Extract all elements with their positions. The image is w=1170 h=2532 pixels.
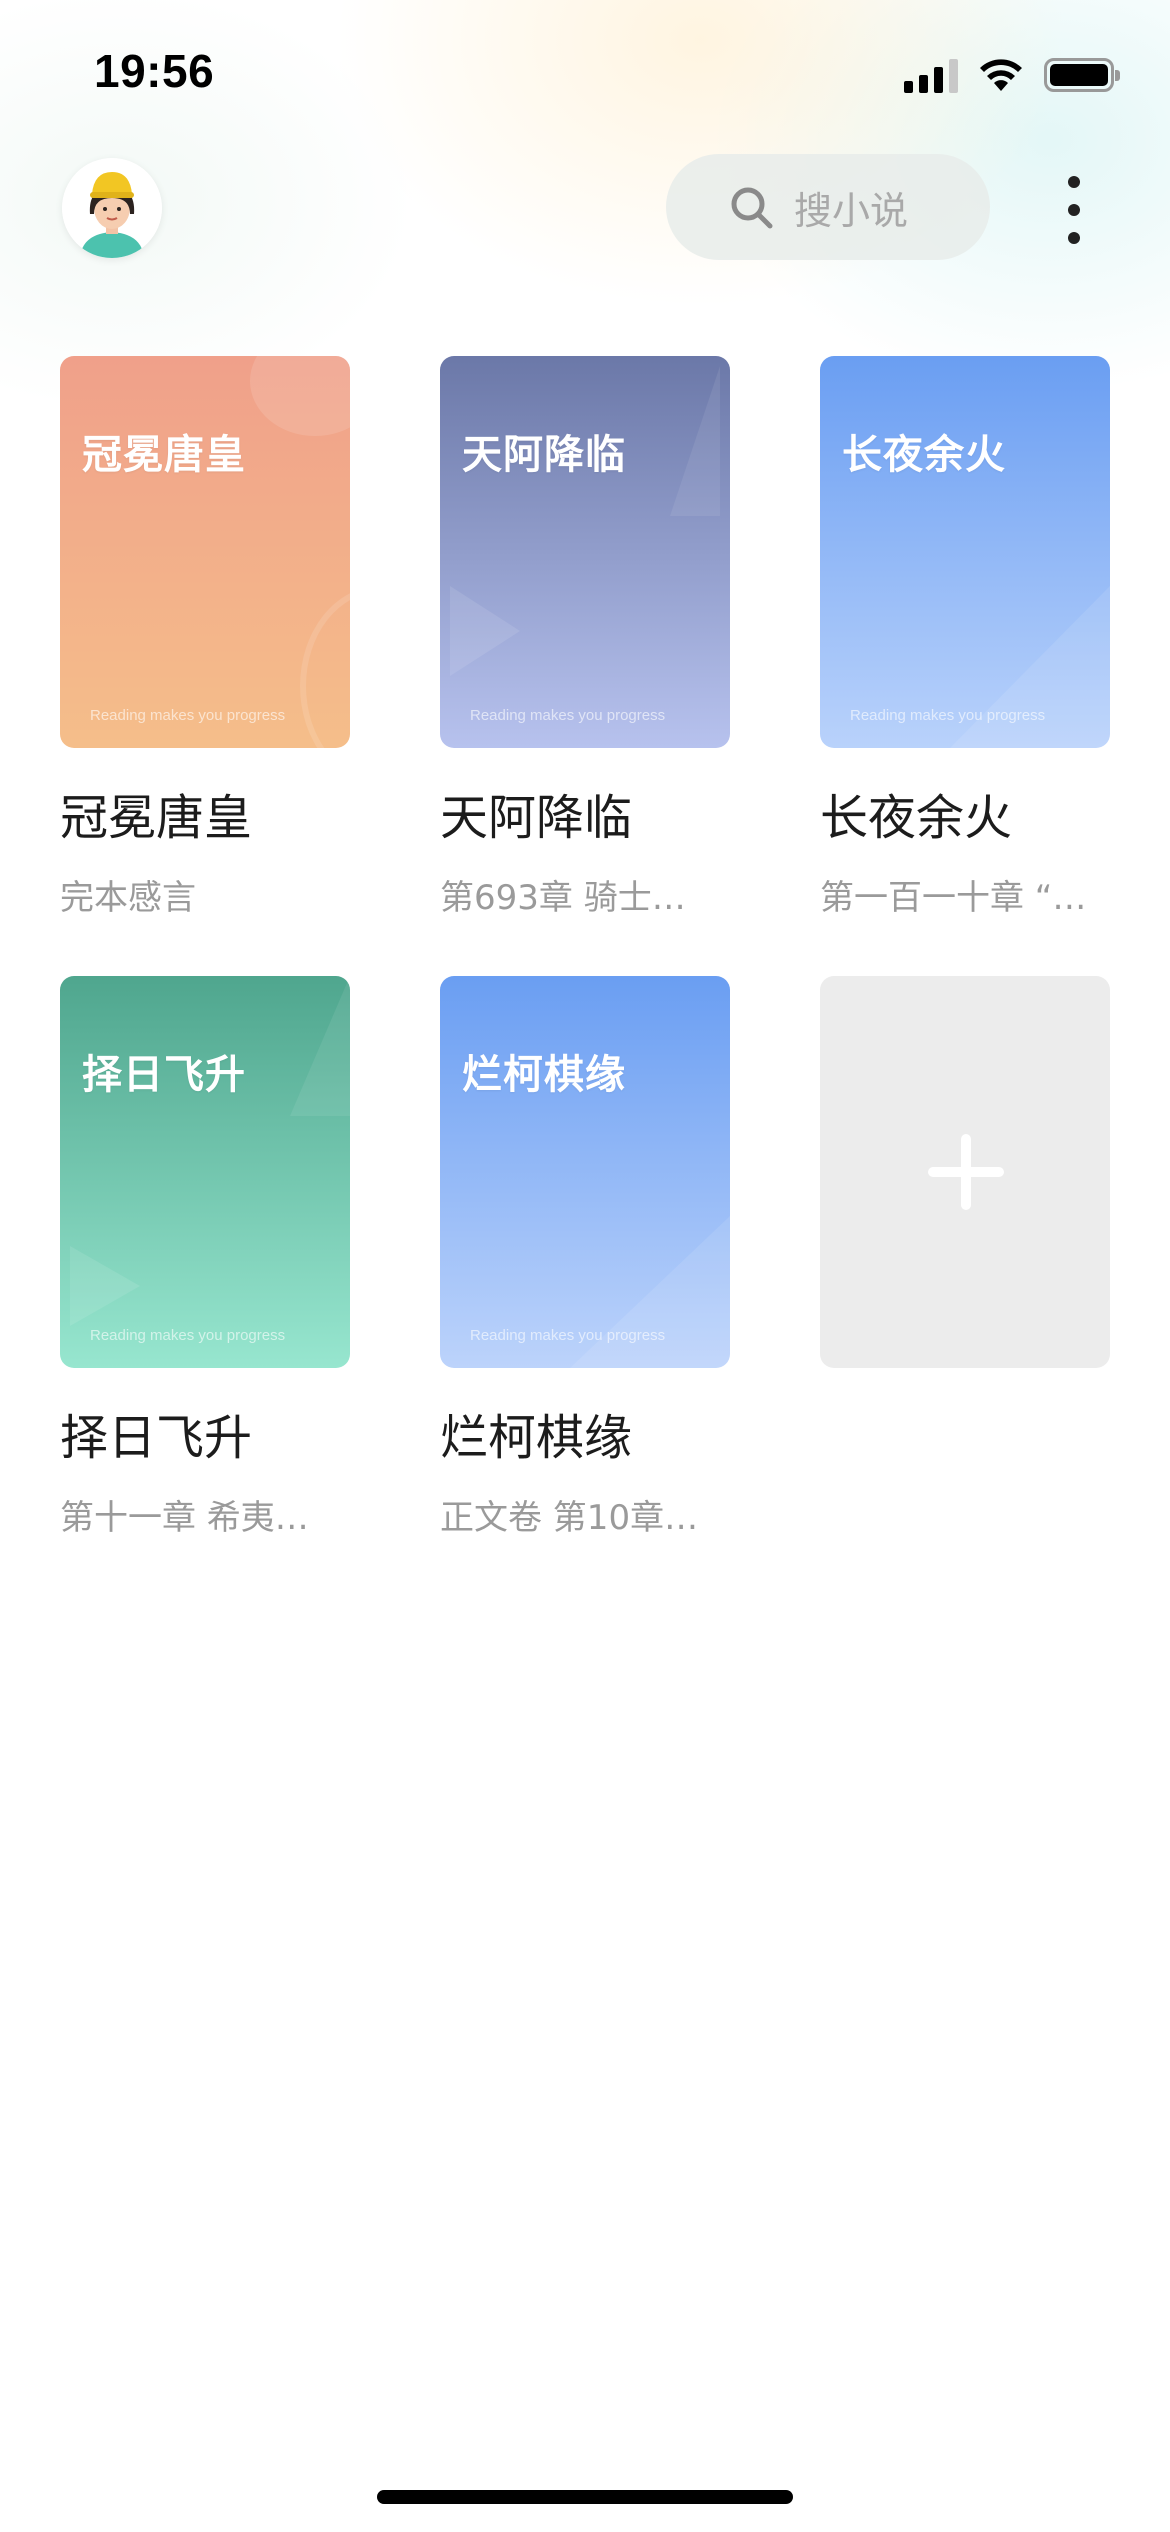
status-time: 19:56 [94, 45, 215, 97]
book-progress: 完本感言 [60, 878, 196, 918]
book-title: 冠冕唐皇 [60, 790, 253, 846]
cover-title: 烂柯棋缘 [462, 1051, 626, 1098]
home-indicator[interactable] [377, 2490, 793, 2504]
user-avatar[interactable] [62, 158, 162, 258]
book-title: 烂柯棋缘 [440, 1410, 633, 1466]
book-title: 择日飞升 [60, 1410, 253, 1466]
more-vertical-icon-dot [1068, 176, 1080, 188]
cellular-signal-icon [904, 57, 958, 93]
cover-slogan: Reading makes you progress [90, 1327, 286, 1344]
cover-slogan: Reading makes you progress [850, 707, 1046, 724]
cover-title: 择日飞升 [82, 1051, 246, 1098]
book-progress: 第一百一十章 “… [820, 878, 1087, 918]
cover-slogan: Reading makes you progress [470, 707, 666, 724]
status-bar: 19:56 [0, 0, 1170, 150]
book-cover[interactable]: 择日飞升 Reading makes you progress [60, 976, 350, 1368]
book-cover[interactable]: 长夜余火 Reading makes you progress [820, 356, 1110, 748]
book-title: 天阿降临 [440, 790, 633, 846]
book-cover[interactable]: 烂柯棋缘 Reading makes you progress [440, 976, 730, 1368]
more-vertical-icon-dot [1068, 232, 1080, 244]
status-icons [904, 52, 1120, 98]
book-cover[interactable]: 冠冕唐皇 Reading makes you progress [60, 356, 350, 748]
book-item[interactable]: 择日飞升 Reading makes you progress 择日飞升 第十一… [60, 976, 350, 1539]
book-item[interactable]: 烂柯棋缘 Reading makes you progress 烂柯棋缘 正文卷… [440, 976, 730, 1539]
book-title: 长夜余火 [820, 790, 1013, 846]
cover-slogan: Reading makes you progress [90, 707, 286, 724]
book-cover[interactable]: 天阿降临 Reading makes you progress [440, 356, 730, 748]
battery-icon [1044, 58, 1120, 92]
search-bar[interactable]: 搜小说 [666, 154, 990, 260]
book-item[interactable]: 天阿降临 Reading makes you progress 天阿降临 第69… [440, 356, 730, 919]
book-item[interactable]: 长夜余火 Reading makes you progress 长夜余火 第一百… [820, 356, 1110, 919]
search-placeholder: 搜小说 [794, 188, 909, 233]
cover-title: 冠冕唐皇 [82, 431, 246, 478]
cover-slogan: Reading makes you progress [470, 1327, 666, 1344]
search-icon [731, 187, 773, 229]
add-book-button[interactable] [820, 976, 1110, 1368]
book-item[interactable]: 冠冕唐皇 Reading makes you progress 冠冕唐皇 完本感… [60, 356, 350, 919]
book-progress: 第693章 骑士… [440, 878, 686, 918]
more-vertical-icon-dot [1068, 204, 1080, 216]
avatar-icon [62, 158, 162, 258]
more-options-button[interactable] [1056, 170, 1092, 250]
cover-title: 天阿降临 [462, 431, 626, 478]
cover-title: 长夜余火 [842, 431, 1006, 478]
wifi-icon [980, 59, 1022, 91]
book-progress: 正文卷 第10章… [440, 1498, 699, 1538]
book-progress: 第十一章 希夷… [60, 1498, 309, 1538]
